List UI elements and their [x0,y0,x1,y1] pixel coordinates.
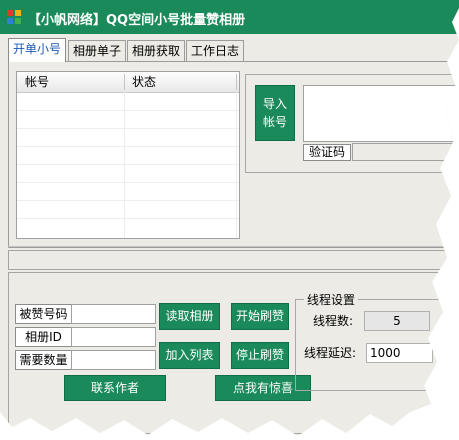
grid-line [124,92,125,238]
thread-delay-input[interactable]: 1000 [366,343,433,363]
threads-input[interactable]: 5 [364,311,430,331]
tab-album-fetch[interactable]: 相册获取 [127,40,186,61]
threads-label: 线程数: [313,314,354,328]
captcha-label: 验证码 [303,144,351,161]
grid-line [17,182,239,183]
liked-qq-input[interactable] [71,304,156,324]
grid-line [17,110,239,111]
album-id-input[interactable] [71,327,156,347]
thread-settings-legend: 线程设置 [304,291,359,308]
column-header-account[interactable]: 帐号 [25,72,49,92]
start-like-button[interactable]: 开始刷赞 [231,303,289,330]
grid-line [17,164,239,165]
tab-work-log[interactable]: 工作日志 [186,40,245,61]
captcha-input[interactable] [352,143,459,161]
grid-line [17,218,239,219]
grid-line [236,92,237,238]
account-list-header: 帐号 状态 [17,72,239,93]
app-window: 【小帆网络】QQ空间小号批量赞相册 开单小号 相册单子 相册获取 工作日志 帐号… [0,0,459,436]
column-header-status[interactable]: 状态 [132,72,156,92]
quantity-input[interactable] [71,350,156,370]
account-list[interactable]: 帐号 状态 [16,71,240,239]
column-divider [124,74,125,90]
tab-album-orders[interactable]: 相册单子 [68,40,127,61]
album-id-label: 相册ID [15,327,72,347]
tab-open-accounts[interactable]: 开单小号 [8,38,67,62]
divider [8,246,459,247]
contact-author-button[interactable]: 联系作者 [64,375,166,401]
liked-qq-label: 被赞号码 [15,304,72,324]
column-divider [236,74,237,90]
title-bar: 【小帆网络】QQ空间小号批量赞相册 [0,0,459,34]
import-accounts-button[interactable]: 导入 帐号 [255,85,295,141]
quantity-label: 需要数量 [15,350,72,370]
stop-like-button[interactable]: 停止刷赞 [231,342,289,369]
thread-delay-label: 线程延迟: [304,346,357,360]
accounts-textarea[interactable] [303,85,459,142]
grid-line [17,146,239,147]
status-bar [8,250,459,270]
app-logo-icon [7,10,21,24]
grid-line [17,200,239,201]
window-title: 【小帆网络】QQ空间小号批量赞相册 [28,13,246,28]
grid-line [17,128,239,129]
read-album-button[interactable]: 读取相册 [159,303,220,330]
add-to-list-button[interactable]: 加入列表 [159,342,220,369]
